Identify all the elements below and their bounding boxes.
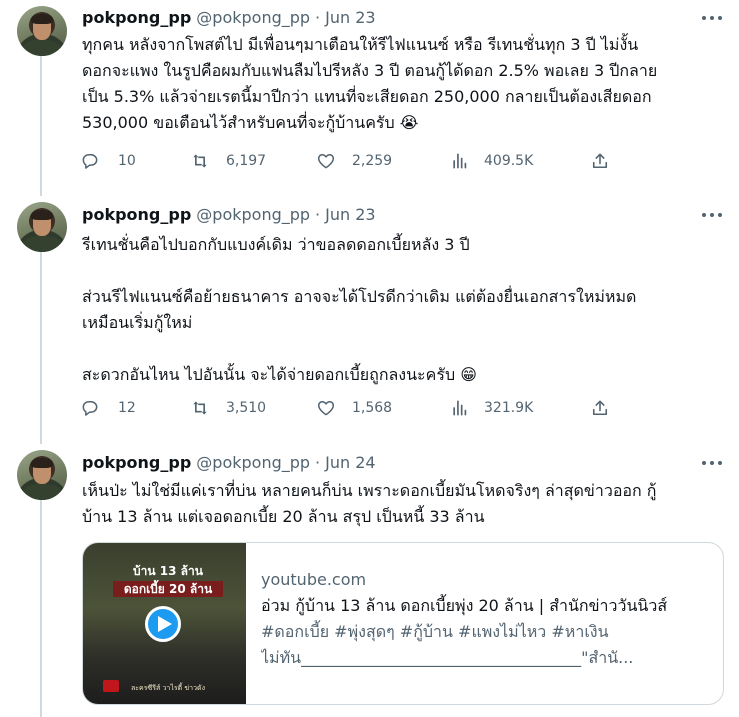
- tweet[interactable]: pokpong_pp @pokpong_pp · Jun 23 ทุกคน หล…: [0, 0, 739, 196]
- tweet-header: pokpong_pp @pokpong_pp · Jun 24: [82, 451, 376, 473]
- tweet-text: เห็นป่ะ ไม่ใช่มีแค่เราที่บ่น หลายคนก็บ่น…: [82, 478, 722, 530]
- video-thumbnail[interactable]: บ้าน 13 ล้าน ดอกเบี้ย 20 ล้าน ละครซีรีส์…: [83, 543, 246, 704]
- card-description: #ดอกเบี้ย #พุ่งสุดๆ #กู้บ้าน #แพงไม่ไหว …: [261, 622, 609, 641]
- heart-icon: [317, 401, 335, 416]
- heart-icon: [317, 154, 335, 169]
- link-preview-card[interactable]: บ้าน 13 ล้าน ดอกเบี้ย 20 ล้าน ละครซีรีส์…: [82, 542, 724, 705]
- tweet-text-content: เห็นป่ะ ไม่ใช่มีแค่เราที่บ่น หลายคนก็บ่น…: [82, 481, 657, 526]
- tweet-header: pokpong_pp @pokpong_pp · Jun 23: [82, 203, 376, 225]
- retweet-count: 3,510: [226, 400, 267, 416]
- like-button[interactable]: 2,259: [316, 150, 392, 172]
- view-count: 321.9K: [484, 400, 534, 416]
- tweet-actions: 10 6,197 2,259 409.5K: [80, 150, 620, 172]
- reply-button[interactable]: 10: [80, 150, 136, 172]
- more-options-icon[interactable]: [699, 454, 725, 472]
- card-domain: youtube.com: [261, 570, 367, 589]
- tweet-date[interactable]: Jun 24: [325, 453, 375, 472]
- views-icon: [453, 400, 467, 416]
- tweet-text: รีเทนชั่นคือไปบอกกับแบงค์เดิม ว่าขอลดดอก…: [82, 232, 722, 388]
- retweet-button[interactable]: 3,510: [190, 397, 266, 419]
- avatar[interactable]: [17, 6, 67, 56]
- card-description-continued: ไม่ทัน__________________________________…: [261, 648, 634, 667]
- retweet-count: 6,197: [226, 153, 267, 169]
- thumbnail-caption: ดอกเบี้ย 20 ล้าน: [113, 581, 223, 597]
- retweet-icon: [193, 154, 207, 168]
- avatar[interactable]: [17, 450, 67, 500]
- views-button[interactable]: 321.9K: [450, 397, 533, 419]
- reply-icon: [82, 154, 98, 169]
- play-icon: [157, 616, 172, 632]
- tweet-date[interactable]: Jun 23: [325, 8, 375, 27]
- separator-dot: ·: [315, 452, 321, 472]
- more-options-icon[interactable]: [699, 9, 725, 27]
- like-count: 2,259: [352, 153, 393, 169]
- retweet-icon: [193, 401, 207, 415]
- separator-dot: ·: [315, 204, 321, 224]
- view-count: 409.5K: [484, 153, 534, 169]
- reply-icon: [82, 401, 98, 416]
- more-options-icon[interactable]: [699, 206, 725, 224]
- reply-count: 12: [118, 400, 136, 416]
- tweet-header: pokpong_pp @pokpong_pp · Jun 23: [82, 6, 376, 28]
- tweet-actions: 12 3,510 1,568 321.9K: [80, 397, 620, 419]
- reply-button[interactable]: 12: [80, 397, 136, 419]
- views-button[interactable]: 409.5K: [450, 150, 533, 172]
- share-icon: [592, 400, 608, 416]
- like-count: 1,568: [352, 400, 393, 416]
- display-name[interactable]: pokpong_pp: [82, 205, 191, 224]
- thumbnail-footer: ละครซีรีส์ วาไรตี้ ข่าวดัง: [130, 684, 206, 692]
- display-name[interactable]: pokpong_pp: [82, 8, 191, 27]
- share-icon: [592, 153, 608, 169]
- tweet[interactable]: pokpong_pp @pokpong_pp · Jun 23 รีเทนชั่…: [0, 196, 739, 444]
- share-button[interactable]: [590, 150, 610, 172]
- user-handle[interactable]: @pokpong_pp: [196, 8, 310, 27]
- card-title: อ่วม กู้บ้าน 13 ล้าน ดอกเบี้ยพุ่ง 20 ล้า…: [261, 596, 668, 615]
- play-button[interactable]: [145, 606, 181, 642]
- card-text: youtube.com อ่วม กู้บ้าน 13 ล้าน ดอกเบี้…: [261, 567, 711, 671]
- display-name[interactable]: pokpong_pp: [82, 453, 191, 472]
- share-button[interactable]: [590, 397, 610, 419]
- separator-dot: ·: [315, 7, 321, 27]
- like-button[interactable]: 1,568: [316, 397, 392, 419]
- user-handle[interactable]: @pokpong_pp: [196, 453, 310, 472]
- tweet-text-content: รีเทนชั่นคือไปบอกกับแบงค์เดิม ว่าขอลดดอก…: [82, 235, 637, 384]
- retweet-button[interactable]: 6,197: [190, 150, 266, 172]
- avatar[interactable]: [17, 202, 67, 252]
- user-handle[interactable]: @pokpong_pp: [196, 205, 310, 224]
- reply-count: 10: [118, 153, 136, 169]
- tweet-text: ทุกคน หลังจากโพสต์ไป มีเพื่อนๆมาเตือนให้…: [82, 32, 722, 136]
- tweet-date[interactable]: Jun 23: [325, 205, 375, 224]
- thumbnail-caption: บ้าน 13 ล้าน: [133, 564, 203, 578]
- tweet-text-content: ทุกคน หลังจากโพสต์ไป มีเพื่อนๆมาเตือนให้…: [82, 35, 658, 132]
- views-icon: [453, 153, 467, 169]
